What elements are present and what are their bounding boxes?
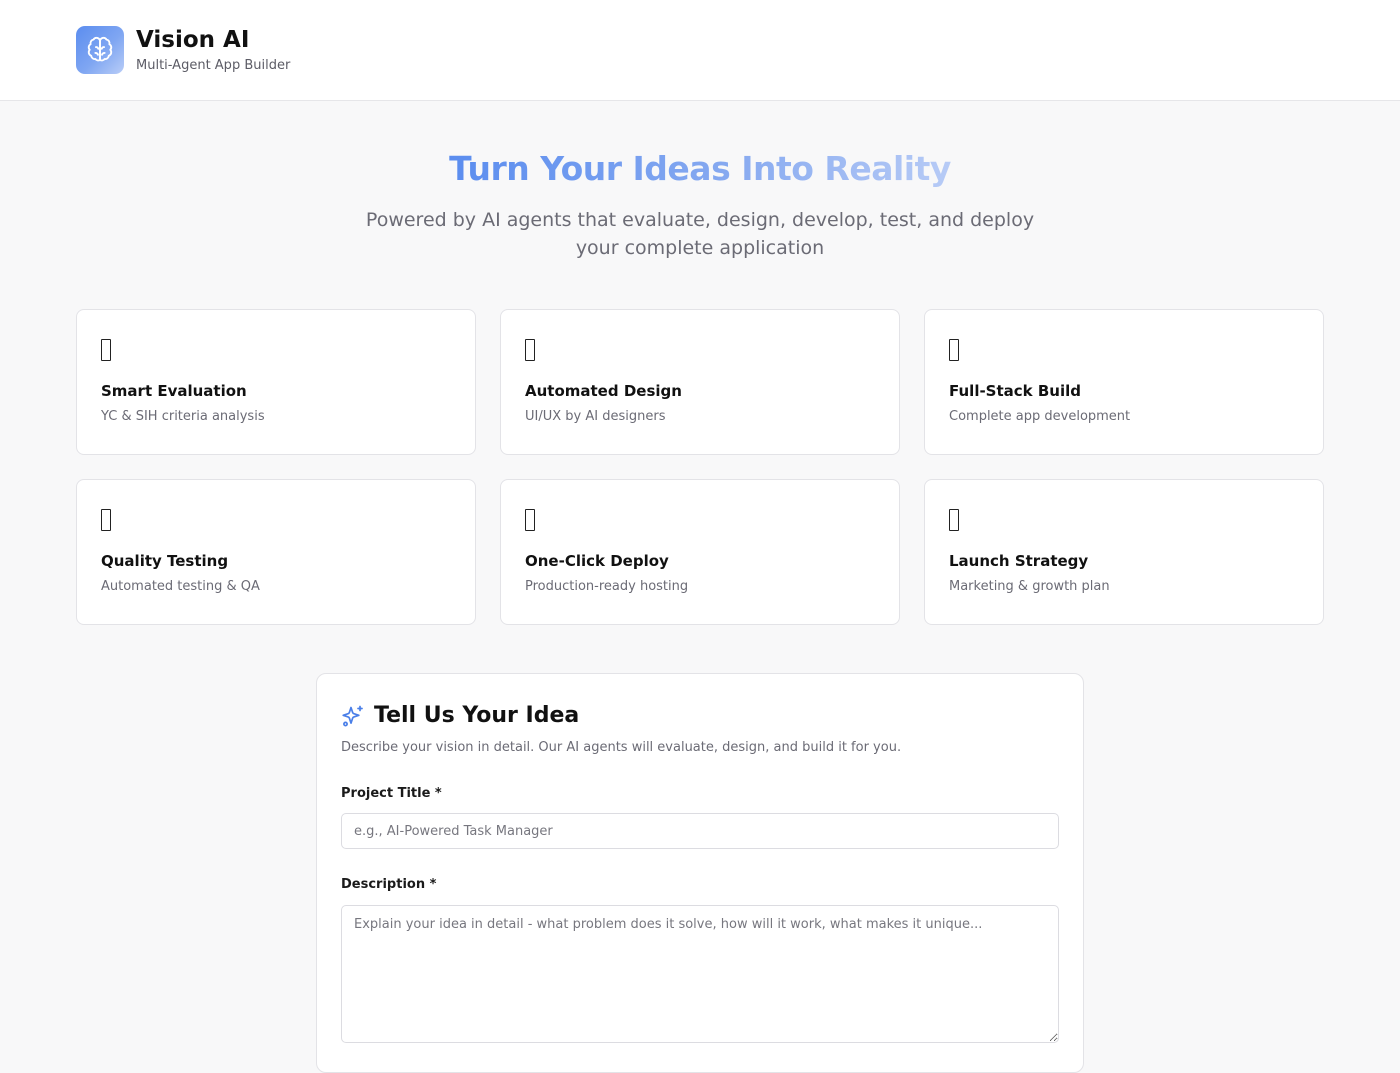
feature-title: Launch Strategy xyxy=(949,552,1089,570)
project-title-input[interactable] xyxy=(341,813,1059,849)
idea-form-description: Describe your vision in detail. Our AI a… xyxy=(341,740,902,755)
project-title-label: Project Title * xyxy=(341,786,442,801)
feature-desc: Automated testing & QA xyxy=(101,579,260,594)
feature-card-smart-evaluation: Smart Evaluation YC & SIH criteria analy… xyxy=(76,309,476,455)
hero-subtitle: Powered by AI agents that evaluate, desi… xyxy=(365,209,1035,259)
feature-title: Full-Stack Build xyxy=(949,382,1082,400)
hero-title: Turn Your Ideas Into Reality xyxy=(449,149,951,188)
app-header: Vision AI Multi-Agent App Builder xyxy=(0,0,1400,101)
feature-card-launch-strategy: Launch Strategy Marketing & growth plan xyxy=(924,479,1324,625)
sparkles-icon xyxy=(342,705,363,727)
description-label: Description * xyxy=(341,877,437,892)
feature-title: Automated Design xyxy=(525,382,682,400)
idea-form-title: Tell Us Your Idea xyxy=(374,703,580,728)
feature-desc: YC & SIH criteria analysis xyxy=(101,409,265,424)
feature-card-one-click-deploy: One-Click Deploy Production-ready hostin… xyxy=(500,479,900,625)
missing-glyph-icon xyxy=(949,509,959,531)
feature-card-automated-design: Automated Design UI/UX by AI designers xyxy=(500,309,900,455)
feature-grid: Smart Evaluation YC & SIH criteria analy… xyxy=(76,309,1324,625)
missing-glyph-icon xyxy=(525,509,535,531)
brand: Vision AI Multi-Agent App Builder xyxy=(136,26,290,74)
idea-form-header: Tell Us Your Idea xyxy=(341,702,1059,730)
hero-section: Turn Your Ideas Into Reality Powered by … xyxy=(0,101,1400,262)
feature-card-quality-testing: Quality Testing Automated testing & QA xyxy=(76,479,476,625)
idea-form-card: Tell Us Your Idea Describe your vision i… xyxy=(316,673,1084,1073)
missing-glyph-icon xyxy=(949,339,959,361)
brain-icon xyxy=(87,36,113,62)
feature-card-full-stack-build: Full-Stack Build Complete app developmen… xyxy=(924,309,1324,455)
missing-glyph-icon xyxy=(101,339,111,361)
feature-title: Quality Testing xyxy=(101,552,229,570)
description-textarea[interactable] xyxy=(341,905,1059,1043)
feature-desc: Marketing & growth plan xyxy=(949,579,1110,594)
brand-subtitle: Multi-Agent App Builder xyxy=(136,58,291,73)
feature-title: Smart Evaluation xyxy=(101,382,247,400)
app-logo[interactable] xyxy=(76,26,124,74)
brand-title: Vision AI xyxy=(136,27,250,53)
feature-desc: Production-ready hosting xyxy=(525,579,689,594)
feature-desc: Complete app development xyxy=(949,409,1131,424)
feature-desc: UI/UX by AI designers xyxy=(525,409,666,424)
missing-glyph-icon xyxy=(101,509,111,531)
feature-title: One-Click Deploy xyxy=(525,552,669,570)
missing-glyph-icon xyxy=(525,339,535,361)
